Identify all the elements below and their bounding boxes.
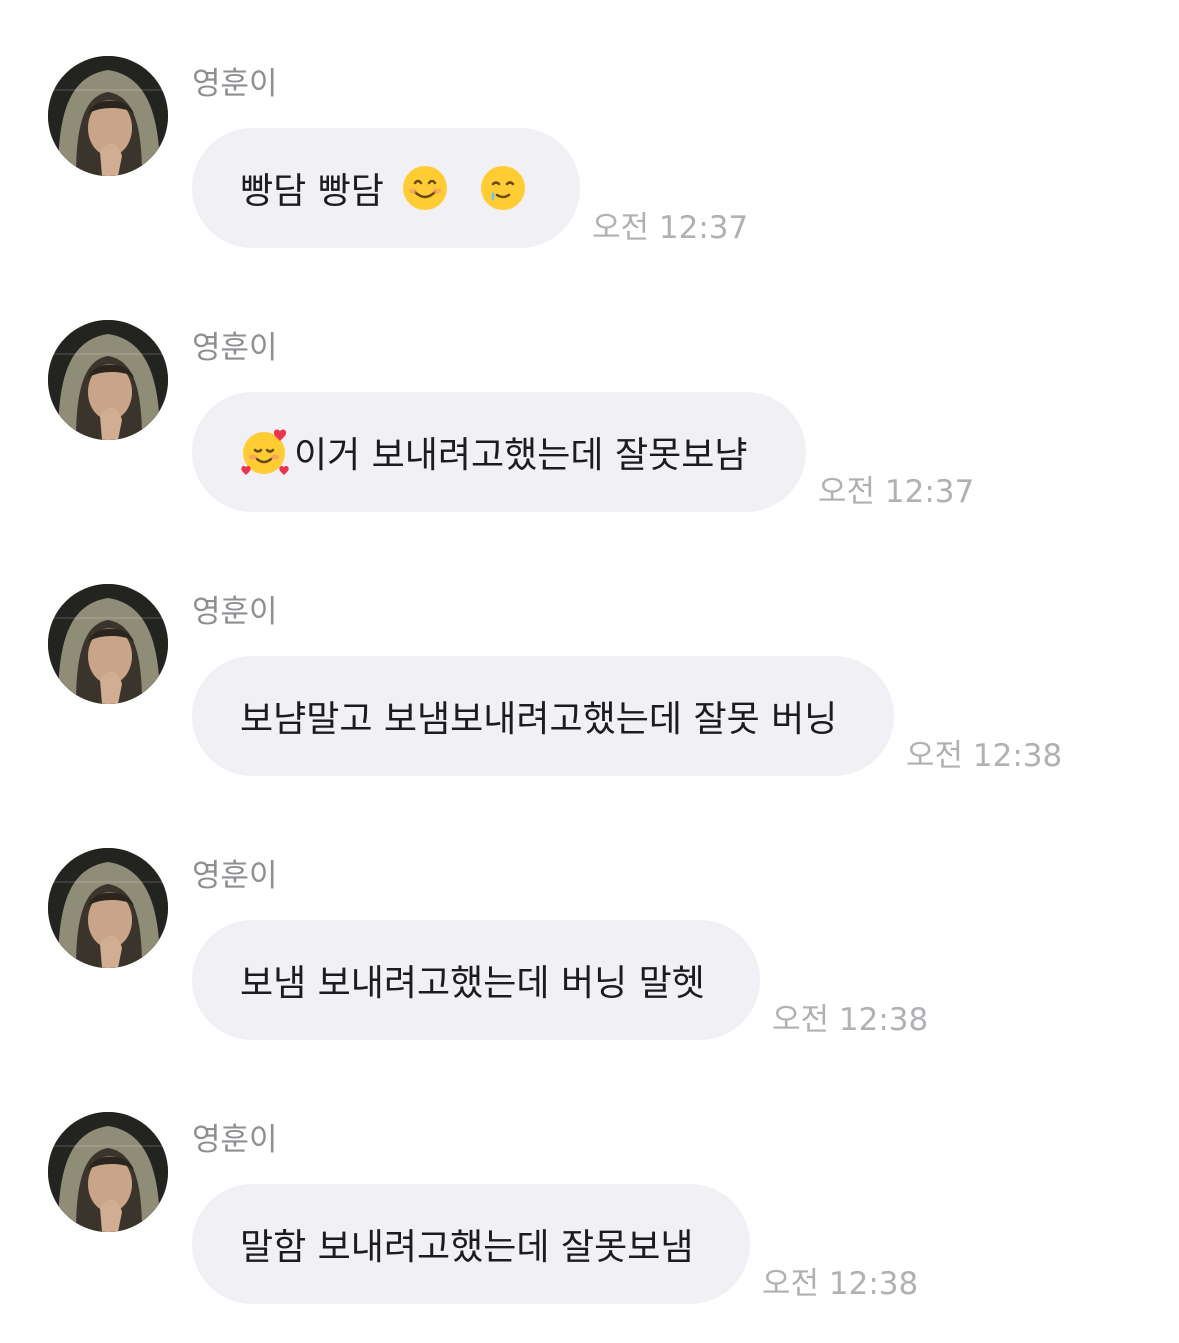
avatar-photo-icon xyxy=(48,56,168,176)
message-timestamp: 오전 12:37 xyxy=(818,474,975,510)
message-text: 보냠말고 보냄보내려고했는데 잘못 버닝 xyxy=(240,699,838,740)
sender-name: 영훈이 xyxy=(192,594,278,630)
avatar-photo-icon xyxy=(48,584,168,704)
message-timestamp: 오전 12:37 xyxy=(592,210,749,246)
message-timestamp: 오전 12:38 xyxy=(762,1266,919,1302)
avatar-photo-icon xyxy=(48,320,168,440)
message-bubble[interactable]: 보냄 보내려고했는데 버닝 말헷 xyxy=(192,920,760,1040)
sender-name: 영훈이 xyxy=(192,858,278,894)
message-timestamp: 오전 12:38 xyxy=(906,738,1063,774)
message-bubble[interactable]: 말함 보내려고했는데 잘못보냄 xyxy=(192,1184,750,1304)
message-row: 영훈이 보냠말고 보냄보내려고했는데 잘못 버닝 오전 12:38 xyxy=(0,528,1179,792)
message-bubble[interactable]: 이거 보내려고했는데 잘못보냠 xyxy=(192,392,806,512)
smiling-face-with-tear-icon xyxy=(480,165,526,211)
message-row: 영훈이 빵담 빵담 오전 12:37 xyxy=(0,0,1179,264)
message-row: 영훈이 보냄 보내려고했는데 버닝 말헷 오전 12:38 xyxy=(0,792,1179,1056)
sender-name: 영훈이 xyxy=(192,330,278,366)
smiling-face-icon xyxy=(402,165,448,211)
message-text: 빵담 빵담 xyxy=(240,171,384,212)
message-row: 영훈이 말함 보내려고했는데 잘못보냄 오전 12:38 xyxy=(0,1056,1179,1320)
avatar-photo-icon xyxy=(48,1112,168,1232)
avatar[interactable] xyxy=(48,56,168,176)
avatar[interactable] xyxy=(48,584,168,704)
smiling-face-with-hearts-icon xyxy=(240,427,290,477)
message-text: 이거 보내려고했는데 잘못보냠 xyxy=(294,435,748,476)
avatar[interactable] xyxy=(48,1112,168,1232)
sender-name: 영훈이 xyxy=(192,66,278,102)
avatar[interactable] xyxy=(48,848,168,968)
avatar-photo-icon xyxy=(48,848,168,968)
message-row: 영훈이 이거 보내려고했는데 잘못보냠 오전 12:37 xyxy=(0,264,1179,528)
message-timestamp: 오전 12:38 xyxy=(772,1002,929,1038)
message-bubble[interactable]: 보냠말고 보냄보내려고했는데 잘못 버닝 xyxy=(192,656,894,776)
message-text: 말함 보내려고했는데 잘못보냄 xyxy=(240,1227,694,1268)
avatar[interactable] xyxy=(48,320,168,440)
message-text: 보냄 보내려고했는데 버닝 말헷 xyxy=(240,963,705,1004)
sender-name: 영훈이 xyxy=(192,1122,278,1158)
message-bubble[interactable]: 빵담 빵담 xyxy=(192,128,580,248)
